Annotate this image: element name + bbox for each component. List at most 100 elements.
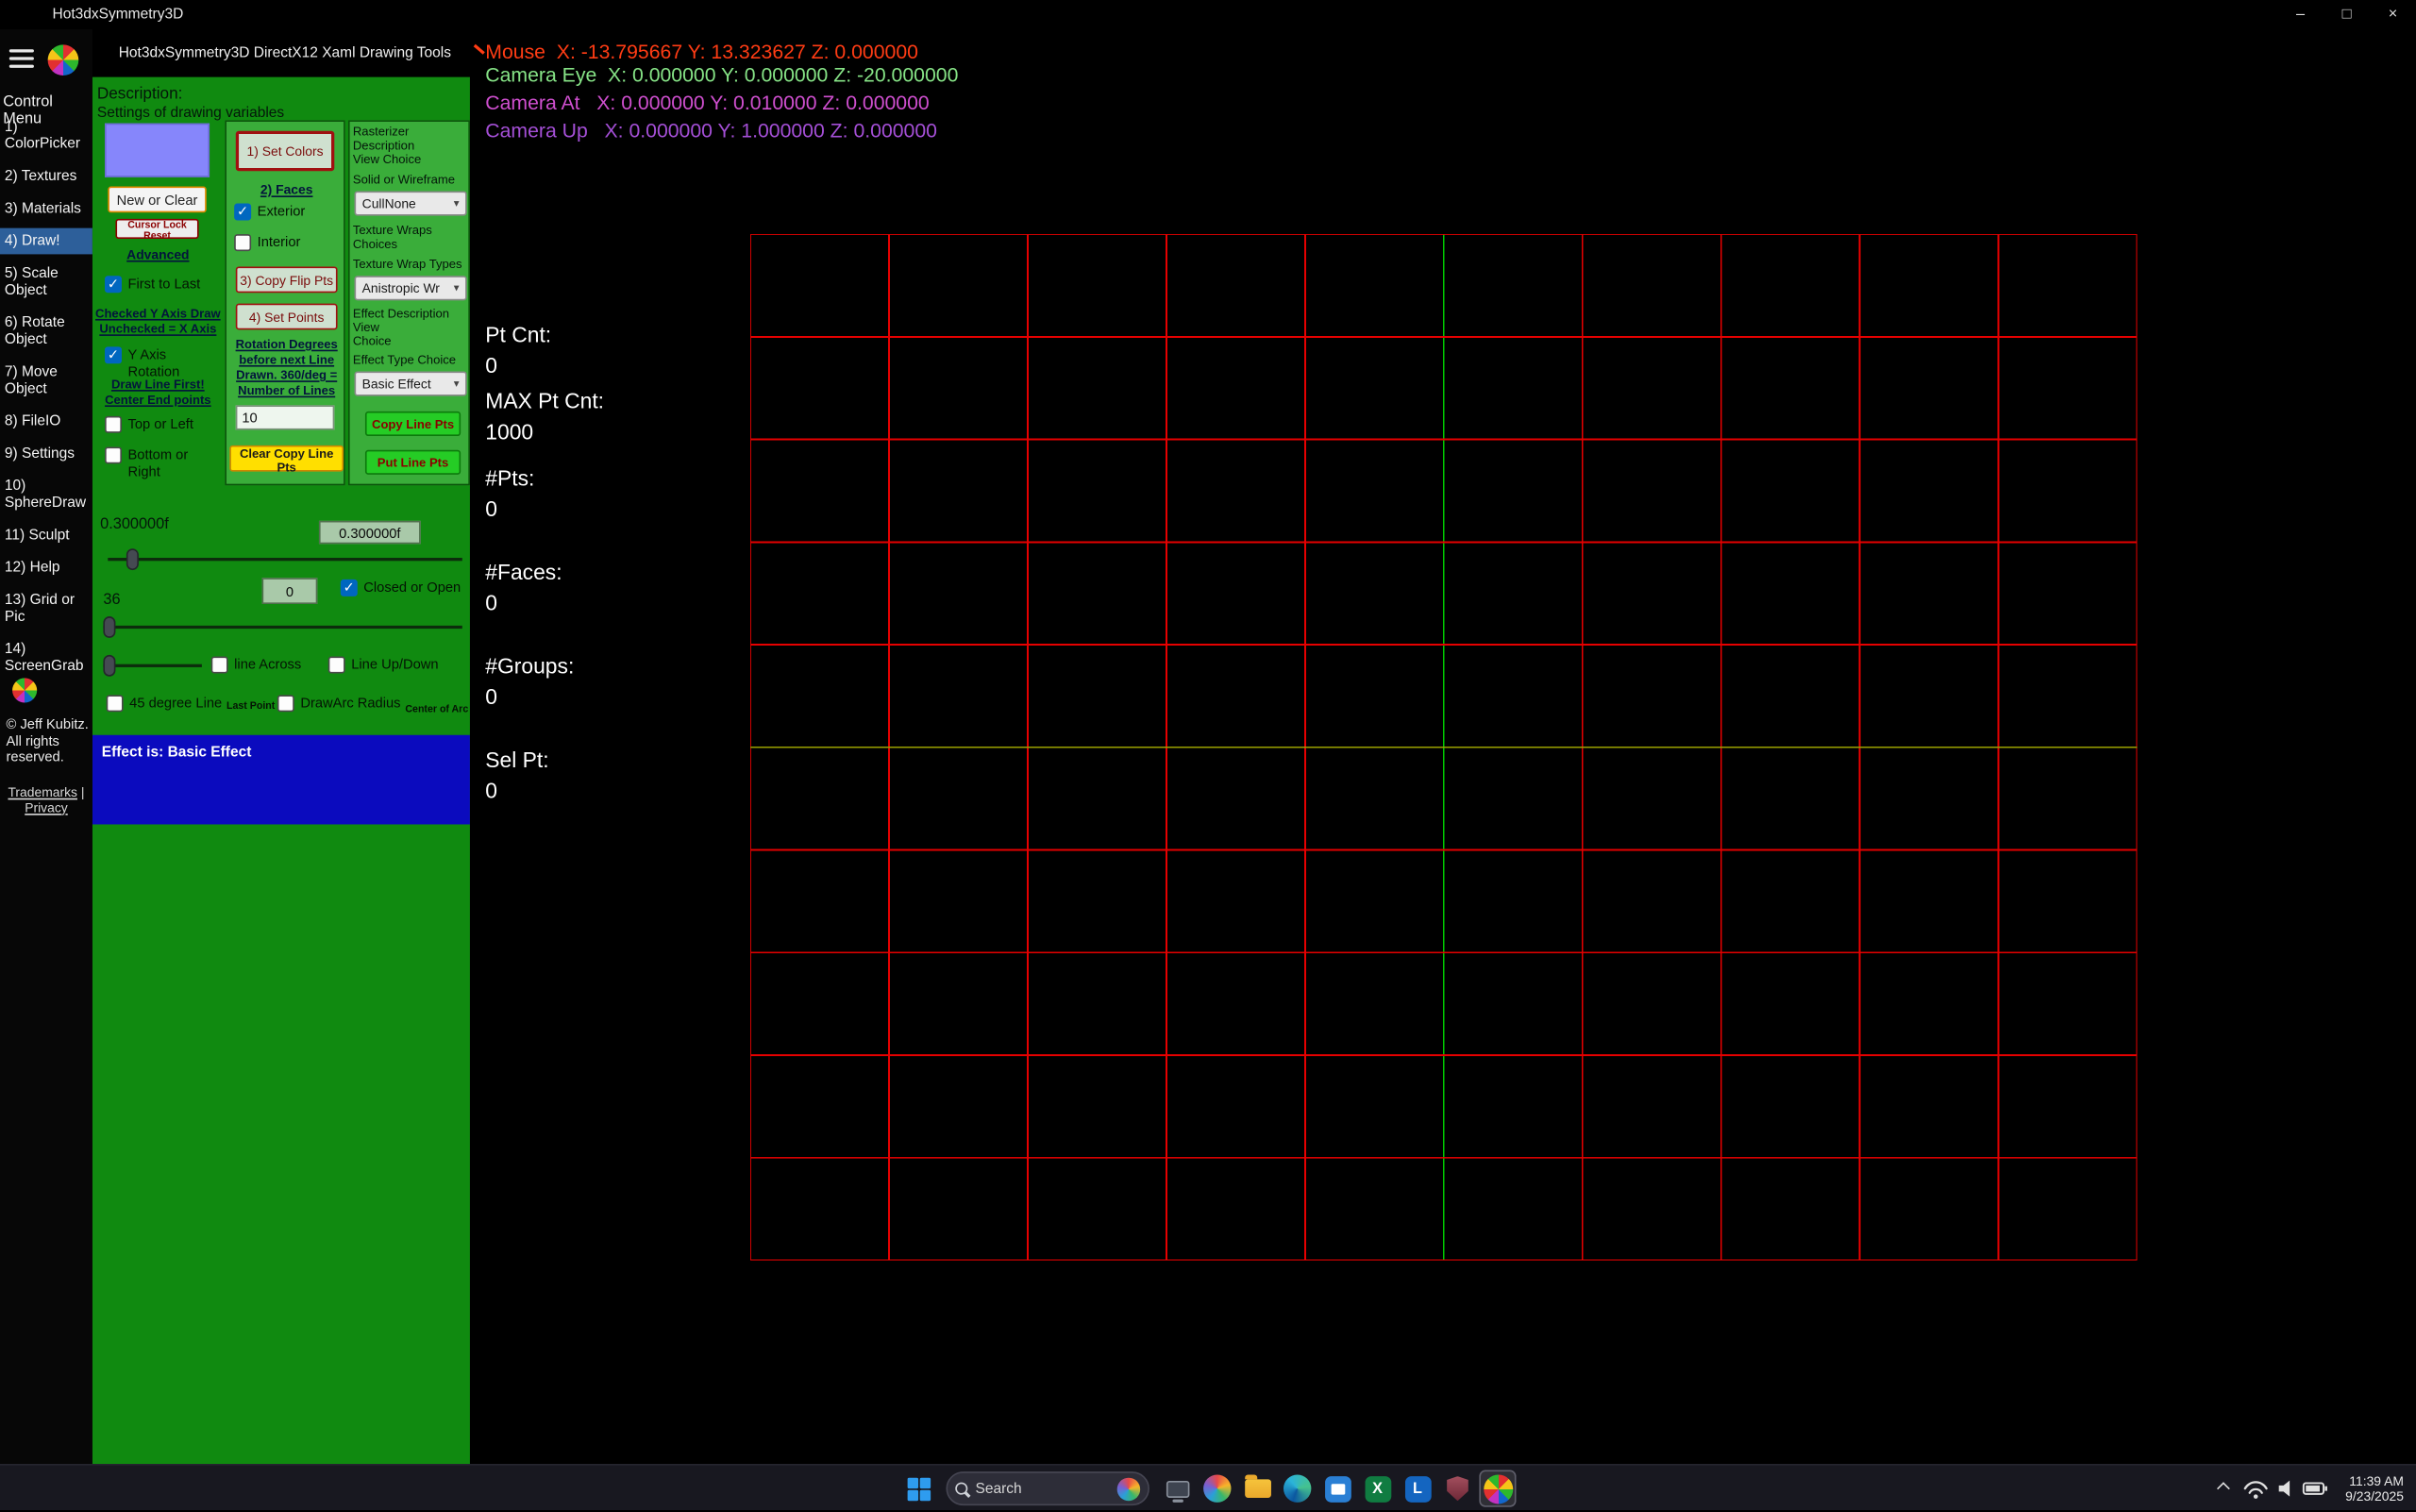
chevron-down-icon: ▾: [454, 378, 460, 390]
checkbox-label: Bottom or Right: [128, 446, 202, 479]
sidebar-item-screengrab[interactable]: 14) ScreenGrab: [5, 641, 90, 675]
rasterizer-title: Rasterizer Description View Choice: [353, 125, 468, 166]
sidebar-item-textures[interactable]: 2) Textures: [5, 168, 90, 185]
l-app-icon: L: [1404, 1475, 1431, 1502]
taskbar-clock[interactable]: 11:39 AM 9/23/2025: [2345, 1472, 2404, 1504]
value2-slider[interactable]: [103, 616, 461, 638]
set-colors-button[interactable]: 1) Set Colors: [236, 131, 334, 171]
put-line-pts-button[interactable]: Put Line Pts: [365, 450, 461, 475]
checkbox-box: [277, 695, 294, 712]
app-title: Hot3dxSymmetry3D DirectX12 Xaml Drawing …: [119, 44, 451, 61]
sidebar-item-sculpt[interactable]: 11) Sculpt: [5, 527, 90, 544]
copy-line-pts-button[interactable]: Copy Line Pts: [365, 412, 461, 436]
cull-mode-dropdown[interactable]: CullNone ▾: [355, 191, 467, 215]
taskbar-icon-monitor[interactable]: [1159, 1470, 1196, 1507]
sidebar-item-settings[interactable]: 9) Settings: [5, 445, 90, 462]
y-axis-rotation-checkbox[interactable]: Y Axis Rotation: [105, 346, 214, 379]
stat-label: Pt Cnt:: [485, 319, 551, 350]
drawarc-radius-checkbox[interactable]: DrawArc Radius: [277, 695, 399, 712]
legal-links: Trademarks | Privacy: [0, 786, 92, 815]
wifi-dot: [2254, 1494, 2258, 1499]
first-to-last-checkbox[interactable]: First to Last: [105, 276, 200, 293]
tray-chevron-up-icon[interactable]: [2217, 1482, 2230, 1495]
effect-type-label: Effect Type Choice: [353, 353, 456, 367]
slider-thumb[interactable]: [126, 548, 139, 570]
hot3dx-app-icon: [1483, 1474, 1512, 1504]
value1-slider[interactable]: [108, 548, 462, 570]
line-up-down-checkbox[interactable]: Line Up/Down: [328, 657, 439, 674]
taskbar-icon-edge[interactable]: [1279, 1470, 1316, 1507]
sidebar-item-spheredraw[interactable]: 10) SphereDraw: [5, 478, 90, 512]
taskbar-icon-l-app[interactable]: L: [1399, 1470, 1435, 1507]
start-button[interactable]: [899, 1470, 936, 1507]
sidebar-item-materials[interactable]: 3) Materials: [5, 200, 90, 217]
interior-checkbox[interactable]: Interior: [234, 234, 300, 251]
viewport-3d[interactable]: Mouse X: -13.795667 Y: 13.323627 Z: 0.00…: [470, 29, 2416, 1464]
taskbar-icon-excel[interactable]: X: [1359, 1470, 1396, 1507]
taskbar: Search X L: [0, 1464, 2416, 1510]
value1-box: 0.300000f: [319, 521, 421, 544]
slider-thumb[interactable]: [103, 655, 115, 677]
search-box[interactable]: Search: [946, 1471, 1149, 1505]
checkbox-label: Line Up/Down: [351, 657, 438, 674]
draw-line-first-link[interactable]: Draw Line First! Center End points: [92, 378, 224, 409]
maximize-button[interactable]: □: [2324, 0, 2370, 29]
privacy-link[interactable]: Privacy: [25, 799, 68, 815]
cursor-lock-reset-button[interactable]: Cursor Lock Reset: [115, 219, 198, 239]
effect-banner-text: Effect is: Basic Effect: [102, 745, 470, 762]
closed-or-open-checkbox[interactable]: Closed or Open: [341, 580, 461, 596]
checkbox-box: [328, 657, 345, 674]
advanced-link[interactable]: Advanced: [92, 246, 224, 262]
sidebar-item-move-object[interactable]: 7) Move Object: [5, 363, 90, 397]
exterior-checkbox[interactable]: Exterior: [234, 204, 305, 221]
effect-type-value: Basic Effect: [362, 376, 431, 391]
slider-thumb[interactable]: [103, 616, 115, 638]
rotation-degrees-input[interactable]: [236, 405, 334, 429]
taskbar-icon-store[interactable]: [1319, 1470, 1356, 1507]
y-axis-draw-link[interactable]: Checked Y Axis Draw Unchecked = X Axis: [92, 307, 224, 338]
sidebar-item-fileio[interactable]: 8) FileIO: [5, 413, 90, 430]
line-direction-slider[interactable]: [103, 655, 201, 677]
sidebar: Control Menu 1) ColorPicker 2) Textures …: [0, 29, 92, 1464]
checkbox-box: [105, 276, 122, 293]
solid-or-wireframe-label: Solid or Wireframe: [353, 173, 455, 187]
slider-track: [103, 664, 201, 667]
taskbar-icon-security-shield[interactable]: [1439, 1470, 1476, 1507]
taskbar-icon-file-explorer[interactable]: [1239, 1470, 1276, 1507]
clear-copy-line-pts-button[interactable]: Clear Copy Line Pts: [229, 445, 344, 472]
bottom-or-right-checkbox[interactable]: Bottom or Right: [105, 446, 202, 479]
description-label: Description:: [97, 85, 183, 104]
new-or-clear-button[interactable]: New or Clear: [108, 187, 206, 213]
top-or-left-checkbox[interactable]: Top or Left: [105, 416, 193, 433]
sidebar-item-draw[interactable]: 4) Draw!: [0, 228, 92, 255]
texture-wrap-dropdown[interactable]: Anistropic Wr ▾: [355, 276, 467, 300]
trademarks-link[interactable]: Trademarks: [8, 784, 77, 799]
sidebar-item-rotate-object[interactable]: 6) Rotate Object: [5, 314, 90, 348]
set-points-button[interactable]: 4) Set Points: [236, 304, 338, 330]
sidebar-item-scale-object[interactable]: 5) Scale Object: [5, 265, 90, 299]
45-degree-line-checkbox[interactable]: 45 degree Line: [107, 695, 223, 712]
hamburger-menu-icon[interactable]: [9, 49, 34, 68]
search-input[interactable]: Search: [975, 1480, 1109, 1497]
sidebar-item-grid-or-pic[interactable]: 13) Grid or Pic: [5, 592, 90, 626]
clock-time: 11:39 AM: [2345, 1472, 2404, 1488]
line-across-checkbox[interactable]: line Across: [211, 657, 302, 674]
monitor-icon: [1166, 1480, 1188, 1497]
panel-subtitle: Settings of drawing variables: [97, 105, 284, 122]
stat-value: 0: [485, 681, 574, 713]
checkbox-label: Y Axis Rotation: [128, 346, 214, 379]
taskbar-icon-hot3dx[interactable]: [1479, 1470, 1516, 1507]
sidebar-item-help[interactable]: 12) Help: [5, 560, 90, 577]
sidebar-item-colorpicker[interactable]: 1) ColorPicker: [5, 119, 90, 153]
taskbar-icon-copilot[interactable]: [1199, 1470, 1235, 1507]
effect-type-dropdown[interactable]: Basic Effect ▾: [355, 371, 467, 395]
faces-link[interactable]: 2) Faces: [226, 182, 346, 198]
mouse-cursor-marker: [474, 44, 485, 55]
minimize-button[interactable]: –: [2277, 0, 2324, 29]
rotation-degrees-link[interactable]: Rotation Degrees before next Line Drawn.…: [229, 338, 344, 399]
tray-status-icons[interactable]: [2242, 1476, 2332, 1501]
color-swatch[interactable]: [105, 124, 210, 177]
close-button[interactable]: ×: [2370, 0, 2416, 29]
camera-up-text: Camera Up X: 0.000000 Y: 1.000000 Z: 0.0…: [485, 120, 937, 142]
copy-flip-pts-button[interactable]: 3) Copy Flip Pts: [236, 266, 338, 293]
